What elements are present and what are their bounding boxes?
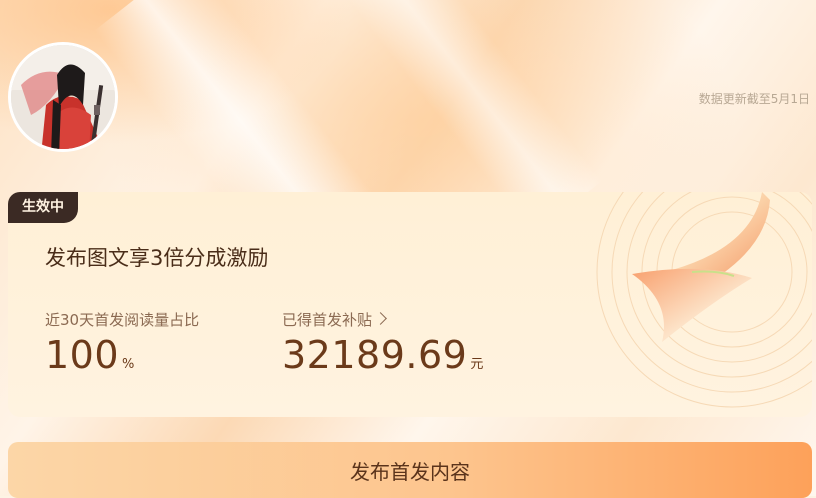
subsidy-unit: 元 [470,357,484,372]
ratio-number: 100 [45,333,120,377]
incentive-card: 生效中 发布图文享3倍分成激励 近30天首发阅读量占比 100% 已得首发补贴 … [8,192,812,417]
subsidy-value: 32189.69 元 [282,333,484,377]
subsidy-number: 32189.69 [282,333,468,377]
ratio-unit: % [122,357,135,372]
incentive-title: 发布图文享3倍分成激励 [45,246,269,270]
ratio-value: 100% [45,333,135,377]
publish-button-label: 发布首发内容 [350,459,470,484]
status-badge: 生效中 [8,192,78,223]
decorative-ribbon-graphic [596,192,812,408]
subsidy-label: 已得首发补贴 [282,311,373,329]
publish-first-content-button[interactable]: 发布首发内容 [8,442,812,498]
ratio-label: 近30天首发阅读量占比 [45,311,200,329]
chevron-right-icon [374,312,387,325]
subsidy-link[interactable]: 已得首发补贴 [282,309,387,330]
data-update-note: 数据更新截至5月1日 [698,92,810,106]
avatar[interactable] [8,42,118,152]
